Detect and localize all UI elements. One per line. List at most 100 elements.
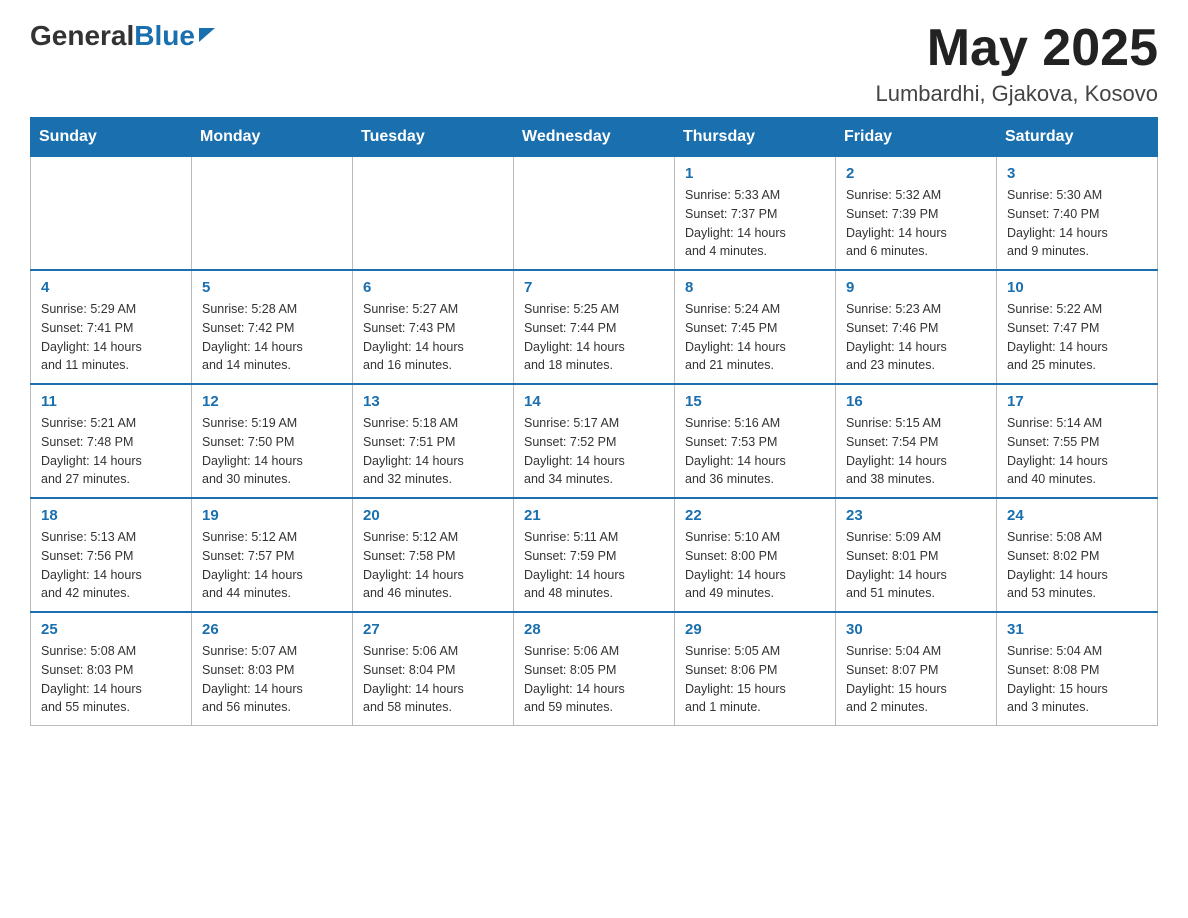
day-info: Sunrise: 5:21 AMSunset: 7:48 PMDaylight:… (41, 414, 181, 489)
week-row-1: 1 Sunrise: 5:33 AMSunset: 7:37 PMDaylight… (31, 157, 1158, 271)
calendar-cell: 30 Sunrise: 5:04 AMSunset: 8:07 PMDayligh… (836, 612, 997, 726)
calendar-cell: 20 Sunrise: 5:12 AMSunset: 7:58 PMDayligh… (353, 498, 514, 612)
calendar-cell: 19 Sunrise: 5:12 AMSunset: 7:57 PMDayligh… (192, 498, 353, 612)
calendar-cell: 31Sunrise: 5:04 AMSunset: 8:08 PMDayligh… (997, 612, 1158, 726)
day-info: Sunrise: 5:23 AMSunset: 7:46 PMDaylight:… (846, 300, 986, 375)
calendar-cell: 14 Sunrise: 5:17 AMSunset: 7:52 PMDayligh… (514, 384, 675, 498)
day-info: Sunrise: 5:04 AMSunset: 8:07 PMDaylight:… (846, 642, 986, 717)
day-info: Sunrise: 5:22 AMSunset: 7:47 PMDaylight:… (1007, 300, 1147, 375)
day-number: 25 (41, 621, 181, 638)
day-info: Sunrise: 5:17 AMSunset: 7:52 PMDaylight:… (524, 414, 664, 489)
day-number: 13 (363, 393, 503, 410)
week-row-2: 4 Sunrise: 5:29 AMSunset: 7:41 PMDaylight… (31, 270, 1158, 384)
day-info: Sunrise: 5:25 AMSunset: 7:44 PMDaylight:… (524, 300, 664, 375)
weekday-header-monday: Monday (192, 118, 353, 157)
day-number: 26 (202, 621, 342, 638)
day-info: Sunrise: 5:18 AMSunset: 7:51 PMDaylight:… (363, 414, 503, 489)
day-info: Sunrise: 5:27 AMSunset: 7:43 PMDaylight:… (363, 300, 503, 375)
calendar-cell: 7Sunrise: 5:25 AMSunset: 7:44 PMDaylight… (514, 270, 675, 384)
day-number: 3 (1007, 165, 1147, 182)
calendar-cell: 25Sunrise: 5:08 AMSunset: 8:03 PMDayligh… (31, 612, 192, 726)
day-info: Sunrise: 5:08 AMSunset: 8:02 PMDaylight:… (1007, 528, 1147, 603)
calendar-cell: 9 Sunrise: 5:23 AMSunset: 7:46 PMDaylight… (836, 270, 997, 384)
day-info: Sunrise: 5:29 AMSunset: 7:41 PMDaylight:… (41, 300, 181, 375)
day-number: 10 (1007, 279, 1147, 296)
day-info: Sunrise: 5:10 AMSunset: 8:00 PMDaylight:… (685, 528, 825, 603)
day-number: 27 (363, 621, 503, 638)
day-number: 4 (41, 279, 181, 296)
calendar-cell: 26 Sunrise: 5:07 AMSunset: 8:03 PMDayligh… (192, 612, 353, 726)
day-info: Sunrise: 5:24 AMSunset: 7:45 PMDaylight:… (685, 300, 825, 375)
calendar-cell: 16 Sunrise: 5:15 AMSunset: 7:54 PMDayligh… (836, 384, 997, 498)
calendar-cell (31, 157, 192, 271)
weekday-header-tuesday: Tuesday (353, 118, 514, 157)
day-info: Sunrise: 5:30 AMSunset: 7:40 PMDaylight:… (1007, 186, 1147, 261)
logo-general-text: GeneralBlue (30, 20, 195, 52)
calendar-cell: 22 Sunrise: 5:10 AMSunset: 8:00 PMDayligh… (675, 498, 836, 612)
day-info: Sunrise: 5:16 AMSunset: 7:53 PMDaylight:… (685, 414, 825, 489)
month-title: May 2025 (876, 20, 1159, 77)
day-number: 30 (846, 621, 986, 638)
calendar-cell: 18Sunrise: 5:13 AMSunset: 7:56 PMDayligh… (31, 498, 192, 612)
calendar-cell: 13 Sunrise: 5:18 AMSunset: 7:51 PMDayligh… (353, 384, 514, 498)
calendar-cell: 8Sunrise: 5:24 AMSunset: 7:45 PMDaylight… (675, 270, 836, 384)
day-info: Sunrise: 5:12 AMSunset: 7:57 PMDaylight:… (202, 528, 342, 603)
day-info: Sunrise: 5:28 AMSunset: 7:42 PMDaylight:… (202, 300, 342, 375)
calendar-cell: 21 Sunrise: 5:11 AMSunset: 7:59 PMDayligh… (514, 498, 675, 612)
day-number: 29 (685, 621, 825, 638)
day-number: 28 (524, 621, 664, 638)
day-info: Sunrise: 5:07 AMSunset: 8:03 PMDaylight:… (202, 642, 342, 717)
day-number: 9 (846, 279, 986, 296)
weekday-header-sunday: Sunday (31, 118, 192, 157)
calendar-cell: 15Sunrise: 5:16 AMSunset: 7:53 PMDayligh… (675, 384, 836, 498)
page-header: GeneralBlue May 2025 Lumbardhi, Gjakova,… (30, 20, 1158, 107)
week-row-3: 11 Sunrise: 5:21 AMSunset: 7:48 PMDayligh… (31, 384, 1158, 498)
day-info: Sunrise: 5:32 AMSunset: 7:39 PMDaylight:… (846, 186, 986, 261)
calendar-cell: 27 Sunrise: 5:06 AMSunset: 8:04 PMDayligh… (353, 612, 514, 726)
day-info: Sunrise: 5:06 AMSunset: 8:04 PMDaylight:… (363, 642, 503, 717)
weekday-header-saturday: Saturday (997, 118, 1158, 157)
day-number: 20 (363, 507, 503, 524)
calendar-cell (192, 157, 353, 271)
calendar-cell (514, 157, 675, 271)
day-info: Sunrise: 5:05 AMSunset: 8:06 PMDaylight:… (685, 642, 825, 717)
day-number: 14 (524, 393, 664, 410)
week-row-4: 18Sunrise: 5:13 AMSunset: 7:56 PMDayligh… (31, 498, 1158, 612)
location-text: Lumbardhi, Gjakova, Kosovo (876, 81, 1159, 107)
calendar-cell: 10 Sunrise: 5:22 AMSunset: 7:47 PMDayligh… (997, 270, 1158, 384)
day-number: 5 (202, 279, 342, 296)
calendar-cell: 24 Sunrise: 5:08 AMSunset: 8:02 PMDayligh… (997, 498, 1158, 612)
day-info: Sunrise: 5:33 AMSunset: 7:37 PMDaylight:… (685, 186, 825, 261)
calendar-table: SundayMondayTuesdayWednesdayThursdayFrid… (30, 117, 1158, 726)
day-info: Sunrise: 5:06 AMSunset: 8:05 PMDaylight:… (524, 642, 664, 717)
day-info: Sunrise: 5:19 AMSunset: 7:50 PMDaylight:… (202, 414, 342, 489)
day-number: 17 (1007, 393, 1147, 410)
weekday-header-row: SundayMondayTuesdayWednesdayThursdayFrid… (31, 118, 1158, 157)
calendar-cell: 29 Sunrise: 5:05 AMSunset: 8:06 PMDayligh… (675, 612, 836, 726)
day-info: Sunrise: 5:09 AMSunset: 8:01 PMDaylight:… (846, 528, 986, 603)
day-number: 11 (41, 393, 181, 410)
day-info: Sunrise: 5:14 AMSunset: 7:55 PMDaylight:… (1007, 414, 1147, 489)
day-number: 1 (685, 165, 825, 182)
calendar-cell: 2Sunrise: 5:32 AMSunset: 7:39 PMDaylight… (836, 157, 997, 271)
header-right: May 2025 Lumbardhi, Gjakova, Kosovo (876, 20, 1159, 107)
weekday-header-thursday: Thursday (675, 118, 836, 157)
calendar-cell: 3 Sunrise: 5:30 AMSunset: 7:40 PMDaylight… (997, 157, 1158, 271)
day-info: Sunrise: 5:15 AMSunset: 7:54 PMDaylight:… (846, 414, 986, 489)
day-number: 6 (363, 279, 503, 296)
calendar-cell: 11 Sunrise: 5:21 AMSunset: 7:48 PMDayligh… (31, 384, 192, 498)
calendar-cell: 17 Sunrise: 5:14 AMSunset: 7:55 PMDayligh… (997, 384, 1158, 498)
day-number: 21 (524, 507, 664, 524)
day-info: Sunrise: 5:11 AMSunset: 7:59 PMDaylight:… (524, 528, 664, 603)
day-number: 19 (202, 507, 342, 524)
day-info: Sunrise: 5:12 AMSunset: 7:58 PMDaylight:… (363, 528, 503, 603)
day-number: 23 (846, 507, 986, 524)
day-info: Sunrise: 5:04 AMSunset: 8:08 PMDaylight:… (1007, 642, 1147, 717)
day-number: 22 (685, 507, 825, 524)
day-number: 16 (846, 393, 986, 410)
calendar-cell: 28 Sunrise: 5:06 AMSunset: 8:05 PMDayligh… (514, 612, 675, 726)
day-number: 24 (1007, 507, 1147, 524)
calendar-cell: 5 Sunrise: 5:28 AMSunset: 7:42 PMDaylight… (192, 270, 353, 384)
day-number: 12 (202, 393, 342, 410)
weekday-header-wednesday: Wednesday (514, 118, 675, 157)
